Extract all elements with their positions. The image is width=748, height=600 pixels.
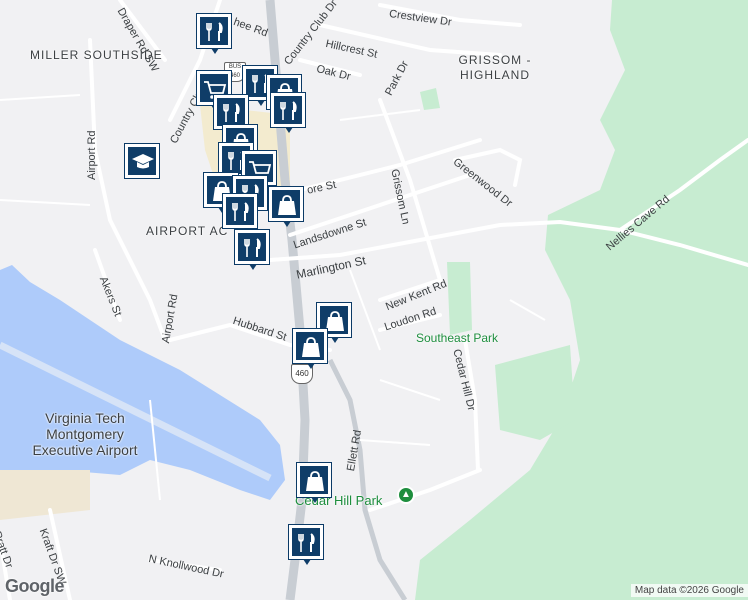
minor-street: [359, 439, 431, 446]
poi-marker-restaurant[interactable]: [222, 193, 258, 234]
minor-street: [349, 269, 381, 351]
poi-marker-shopping-bag[interactable]: [296, 462, 332, 503]
restaurant-icon: [280, 101, 297, 120]
school-marker[interactable]: [124, 143, 160, 179]
poi-marker-shopping-bag[interactable]: [268, 186, 304, 227]
restaurant-icon: [244, 238, 261, 257]
area-label-airport-ac: AIRPORT AC: [146, 224, 229, 238]
green-area-small: [420, 88, 440, 110]
park-label-southeast[interactable]: Southeast Park: [416, 331, 498, 345]
google-logo: Google: [5, 576, 65, 596]
road-airport-rd: [88, 38, 167, 342]
poi-marker-restaurant[interactable]: [288, 524, 324, 565]
green-area-park-trails: [495, 345, 575, 440]
shopping-bag-icon: [302, 337, 320, 357]
green-area-southeast-park: [447, 262, 472, 335]
minor-street: [0, 199, 91, 206]
school-icon: [132, 154, 154, 169]
restaurant-icon: [298, 533, 315, 552]
poi-marker-restaurant[interactable]: [196, 13, 232, 54]
road-cedar-hill-park-link: [368, 468, 482, 512]
shopping-bag-icon: [278, 195, 296, 215]
map-attribution[interactable]: Map data ©2026 Google: [630, 584, 748, 597]
shopping-bag-icon: [306, 471, 324, 491]
poi-marker-restaurant[interactable]: [270, 92, 306, 133]
park-icon[interactable]: ▲: [397, 486, 415, 504]
poi-marker-restaurant[interactable]: [234, 229, 270, 270]
minor-street: [0, 94, 81, 101]
airport-label: Virginia Tech Montgomery Executive Airpo…: [32, 410, 138, 458]
minor-street: [509, 299, 546, 321]
road-label: Airport Rd: [86, 130, 98, 180]
area-label-grissom-highland: GRISSOM - HIGHLAND: [458, 53, 532, 82]
ellett-road-line: [327, 358, 408, 600]
restaurant-icon: [206, 22, 223, 41]
minor-street: [339, 109, 421, 121]
restaurant-icon: [232, 202, 249, 221]
airport-tan-area: [0, 470, 90, 520]
poi-marker-shopping-bag[interactable]: [292, 328, 328, 369]
minor-street: [379, 379, 441, 401]
